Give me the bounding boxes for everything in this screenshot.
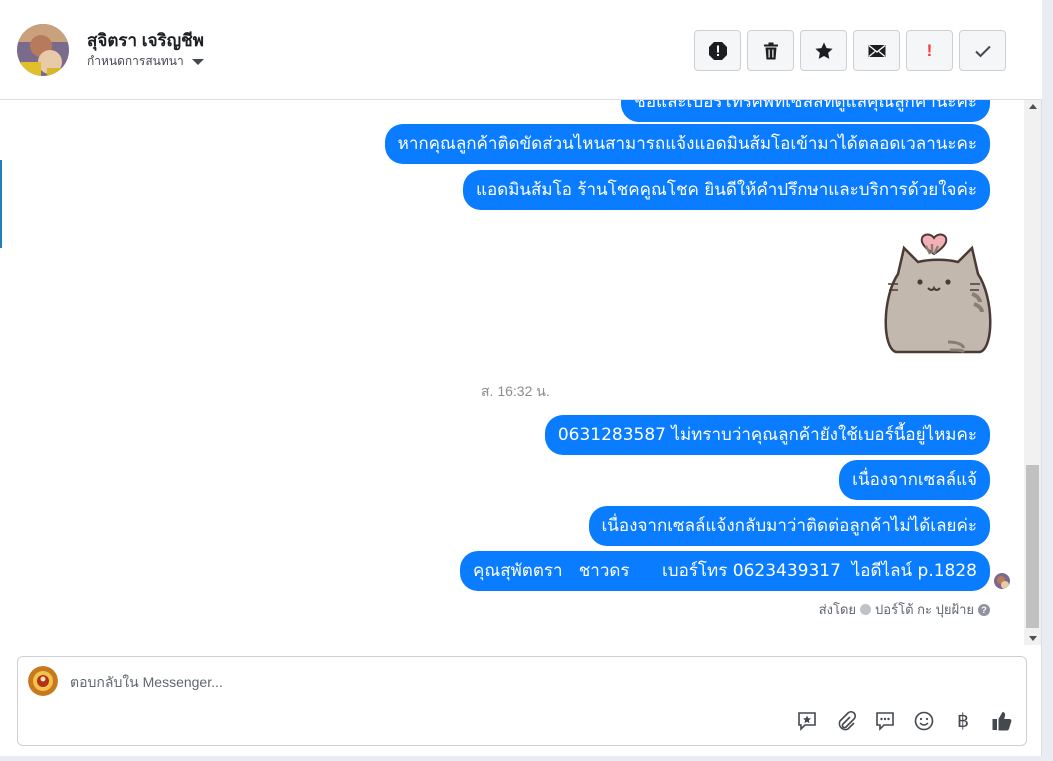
reply-input[interactable] — [70, 671, 770, 693]
scrollbar-thumb[interactable] — [1026, 465, 1039, 628]
conversation-header: สุจิตรา เจริญชีพ กำหนดการสนทนา ! — [0, 0, 1042, 100]
conversation-settings-dropdown[interactable]: กำหนดการสนทนา — [87, 52, 204, 71]
pusheen-cat-heart-sticker[interactable] — [880, 224, 992, 360]
attach-button[interactable] — [834, 709, 858, 733]
important-button[interactable]: ! — [906, 30, 953, 71]
seen-avatar — [994, 573, 1010, 589]
mark-done-button[interactable] — [959, 30, 1006, 71]
thread-scrollbar[interactable] — [1024, 100, 1041, 645]
page-avatar — [28, 666, 58, 696]
message-bubble[interactable]: ชื่อและเบอร์โทรศัพท์เซลล์ที่ดูแลคุณลูกค้… — [621, 100, 990, 122]
mark-unread-button[interactable] — [853, 30, 900, 71]
messenger-window: สุจิตรา เจริญชีพ กำหนดการสนทนา ! ชื่อและ… — [0, 0, 1042, 756]
sent-by-name[interactable]: ปอร์โต้ กะ ปุยฝ้าย — [875, 599, 974, 620]
conversation-actions: ! — [694, 30, 1006, 71]
emoji-button[interactable] — [912, 709, 936, 733]
report-icon — [708, 41, 727, 60]
caret-down-icon — [191, 58, 204, 65]
saved-reply-button[interactable] — [795, 709, 819, 733]
bottom-strip — [0, 756, 1053, 761]
trash-icon — [763, 42, 778, 59]
scroll-down-arrow-icon[interactable] — [1029, 636, 1037, 641]
baht-icon: ฿ — [956, 710, 970, 732]
scroll-up-arrow-icon[interactable] — [1029, 104, 1037, 109]
report-button[interactable] — [694, 30, 741, 71]
message-bubble[interactable]: 0631283587 ไม่ทราบว่าคุณลูกค้ายังใช้เบอร… — [544, 415, 990, 455]
reply-composer: ฿ — [17, 656, 1027, 746]
star-icon — [814, 42, 833, 59]
star-button[interactable] — [800, 30, 847, 71]
sent-by-info: ส่งโดย ปอร์โต้ กะ ปุยฝ้าย ? — [819, 599, 990, 620]
help-icon[interactable]: ? — [978, 603, 990, 616]
message-bubble[interactable]: คุณสุพัตตรา ชาวดร เบอร์โทร 0623439317 ไอ… — [460, 551, 990, 591]
envelope-icon — [868, 44, 885, 57]
message-thread: ชื่อและเบอร์โทรศัพท์เซลล์ที่ดูแลคุณลูกค้… — [0, 100, 1024, 645]
payment-button[interactable]: ฿ — [951, 709, 975, 733]
attachment-icon — [838, 710, 857, 731]
emoji-icon — [914, 711, 934, 731]
timestamp: ส. 16:32 น. — [481, 383, 550, 399]
blocked-circle-icon — [860, 604, 872, 615]
contact-avatar[interactable] — [17, 24, 69, 76]
message-bubble[interactable]: หากคุณลูกค้าติดขัดส่วนไหนสามารถแจ้งแอดมิ… — [384, 124, 990, 164]
delete-button[interactable] — [747, 30, 794, 71]
message-bubble[interactable]: แอดมินส้มโอ ร้านโชคคูณโชค ยินดีให้คำปรึก… — [462, 170, 990, 210]
like-button[interactable] — [990, 709, 1014, 733]
chat-bubble-icon — [876, 712, 894, 731]
check-icon — [974, 45, 991, 57]
sent-by-prefix: ส่งโดย — [818, 602, 857, 617]
quick-reply-button[interactable] — [873, 709, 897, 733]
message-bubble[interactable]: เนื่องจากเซลล์แจ้ — [839, 460, 990, 500]
composer-tools: ฿ — [795, 709, 1014, 733]
like-icon — [992, 712, 1012, 731]
contact-name[interactable]: สุจิตรา เจริญชีพ — [87, 27, 204, 54]
message-bubble[interactable]: เนื่องจากเซลล์แจ้งกลับมาว่าติดต่อลูกค้าไ… — [588, 506, 990, 546]
important-icon: ! — [926, 40, 933, 60]
conversation-settings-label: กำหนดการสนทนา — [87, 54, 184, 68]
saved-reply-icon — [798, 712, 816, 731]
